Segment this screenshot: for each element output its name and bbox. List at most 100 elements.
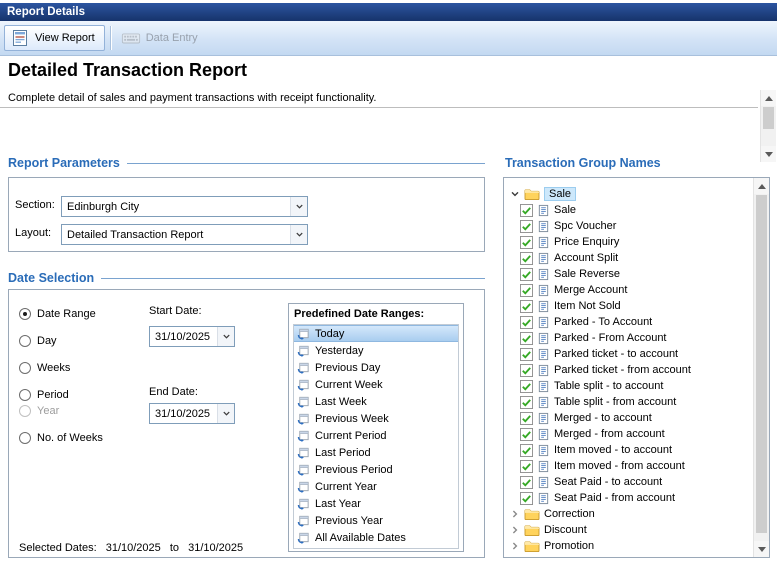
- tree-item-item-moved-from-account[interactable]: Item moved - from account: [520, 458, 753, 474]
- tree-node-sale[interactable]: Sale: [510, 186, 753, 202]
- radio-no-of-weeks[interactable]: No. of Weeks: [19, 431, 103, 445]
- predefined-item-last-week[interactable]: Last Week: [294, 393, 458, 410]
- description-scrollbar[interactable]: [760, 90, 776, 162]
- radio-day[interactable]: Day: [19, 334, 57, 348]
- predefined-item-previous-day[interactable]: Previous Day: [294, 359, 458, 376]
- chevron-right-icon[interactable]: [510, 541, 520, 551]
- predefined-item-last-year[interactable]: Last Year: [294, 495, 458, 512]
- document-icon: [537, 332, 550, 345]
- radio-circle: [19, 335, 31, 347]
- item-checkbox-checked[interactable]: [520, 348, 533, 361]
- tree-item-merged-from-account[interactable]: Merged - from account: [520, 426, 753, 442]
- radio-period[interactable]: Period: [19, 388, 69, 402]
- tree-item-account-split[interactable]: Account Split: [520, 250, 753, 266]
- tree-item-parked-from-account[interactable]: Parked - From Account: [520, 330, 753, 346]
- item-checkbox-checked[interactable]: [520, 220, 533, 233]
- scroll-up-button[interactable]: [754, 178, 769, 194]
- item-checkbox-checked[interactable]: [520, 332, 533, 345]
- tree-item-seat-paid-to-account[interactable]: Seat Paid - to account: [520, 474, 753, 490]
- item-checkbox-checked[interactable]: [520, 204, 533, 217]
- item-checkbox-checked[interactable]: [520, 268, 533, 281]
- tree-scrollbar[interactable]: [753, 178, 769, 557]
- item-checkbox-checked[interactable]: [520, 252, 533, 265]
- date-range-icon: [297, 429, 310, 442]
- predefined-item-previous-period[interactable]: Previous Period: [294, 461, 458, 478]
- tree-folder-correction[interactable]: Correction: [510, 506, 753, 522]
- item-checkbox-checked[interactable]: [520, 236, 533, 249]
- document-icon: [537, 268, 550, 281]
- tree-item-item-moved-to-account[interactable]: Item moved - to account: [520, 442, 753, 458]
- chevron-right-icon[interactable]: [510, 509, 520, 519]
- predefined-item-yesterday[interactable]: Yesterday: [294, 342, 458, 359]
- item-checkbox-checked[interactable]: [520, 444, 533, 457]
- item-checkbox-checked[interactable]: [520, 364, 533, 377]
- scrollbar-thumb[interactable]: [756, 195, 767, 533]
- item-checkbox-checked[interactable]: [520, 300, 533, 313]
- radio-date-range[interactable]: Date Range: [19, 307, 96, 321]
- predefined-item-current-period[interactable]: Current Period: [294, 427, 458, 444]
- date-range-icon: [297, 344, 310, 357]
- item-checkbox-checked[interactable]: [520, 492, 533, 505]
- up-arrow-icon: [758, 184, 766, 189]
- date-selection-header: Date Selection: [8, 271, 485, 285]
- predefined-item-all-available-dates[interactable]: All Available Dates: [294, 529, 458, 546]
- item-checkbox-checked[interactable]: [520, 476, 533, 489]
- tree-item-parked-to-account[interactable]: Parked - To Account: [520, 314, 753, 330]
- predefined-item-last-period[interactable]: Last Period: [294, 444, 458, 461]
- layout-select[interactable]: Detailed Transaction Report: [61, 224, 308, 245]
- tree-item-merge-account[interactable]: Merge Account: [520, 282, 753, 298]
- data-entry-label: Data Entry: [146, 32, 198, 44]
- scrollbar-thumb[interactable]: [763, 107, 774, 129]
- item-checkbox-checked[interactable]: [520, 284, 533, 297]
- predefined-item-today[interactable]: Today: [294, 325, 458, 342]
- tree-item-seat-paid-from-account[interactable]: Seat Paid - from account: [520, 490, 753, 506]
- document-icon: [537, 316, 550, 329]
- radio-year[interactable]: Year: [19, 404, 59, 418]
- section-select[interactable]: Edinburgh City: [61, 196, 308, 217]
- tree-item-parked-ticket-to-account[interactable]: Parked ticket - to account: [520, 346, 753, 362]
- item-checkbox-checked[interactable]: [520, 316, 533, 329]
- item-checkbox-checked[interactable]: [520, 412, 533, 425]
- item-checkbox-checked[interactable]: [520, 460, 533, 473]
- tree-folder-promotion[interactable]: Promotion: [510, 538, 753, 554]
- document-icon: [537, 476, 550, 489]
- predefined-item-previous-week[interactable]: Previous Week: [294, 410, 458, 427]
- data-entry-button[interactable]: Data Entry: [116, 25, 207, 51]
- item-checkbox-checked[interactable]: [520, 380, 533, 393]
- tree-item-spc-voucher[interactable]: Spc Voucher: [520, 218, 753, 234]
- document-icon: [537, 252, 550, 265]
- radio-circle: [19, 362, 31, 374]
- tree-item-table-split-to-account[interactable]: Table split - to account: [520, 378, 753, 394]
- folder-icon: [524, 187, 540, 201]
- start-date-select[interactable]: 31/10/2025: [149, 326, 235, 347]
- radio-circle: [19, 432, 31, 444]
- window-title: Report Details: [7, 6, 85, 18]
- chevron-right-icon[interactable]: [510, 525, 520, 535]
- view-report-button[interactable]: View Report: [4, 25, 105, 51]
- chevron-down-icon: [290, 197, 307, 216]
- predefined-item-previous-year[interactable]: Previous Year: [294, 512, 458, 529]
- item-checkbox-checked[interactable]: [520, 428, 533, 441]
- scroll-up-button[interactable]: [761, 90, 776, 106]
- tree-folder-discount[interactable]: Discount: [510, 522, 753, 538]
- tree-item-price-enquiry[interactable]: Price Enquiry: [520, 234, 753, 250]
- document-icon: [537, 204, 550, 217]
- predefined-item-current-year[interactable]: Current Year: [294, 478, 458, 495]
- chevron-down-icon[interactable]: [510, 189, 520, 199]
- radio-weeks[interactable]: Weeks: [19, 361, 70, 375]
- chevron-down-icon: [217, 404, 234, 423]
- item-checkbox-checked[interactable]: [520, 396, 533, 409]
- date-range-icon: [297, 378, 310, 391]
- report-parameters-groupbox: Section: Edinburgh City Layout: Detailed…: [8, 177, 485, 252]
- tree-item-sale[interactable]: Sale: [520, 202, 753, 218]
- predefined-heading: Predefined Date Ranges:: [293, 307, 459, 324]
- tree-item-parked-ticket-from-account[interactable]: Parked ticket - from account: [520, 362, 753, 378]
- date-range-icon: [297, 514, 310, 527]
- scroll-down-button[interactable]: [754, 541, 769, 557]
- tree-item-sale-reverse[interactable]: Sale Reverse: [520, 266, 753, 282]
- predefined-item-current-week[interactable]: Current Week: [294, 376, 458, 393]
- tree-item-item-not-sold[interactable]: Item Not Sold: [520, 298, 753, 314]
- tree-item-merged-to-account[interactable]: Merged - to account: [520, 410, 753, 426]
- tree-item-table-split-from-account[interactable]: Table split - from account: [520, 394, 753, 410]
- end-date-select[interactable]: 31/10/2025: [149, 403, 235, 424]
